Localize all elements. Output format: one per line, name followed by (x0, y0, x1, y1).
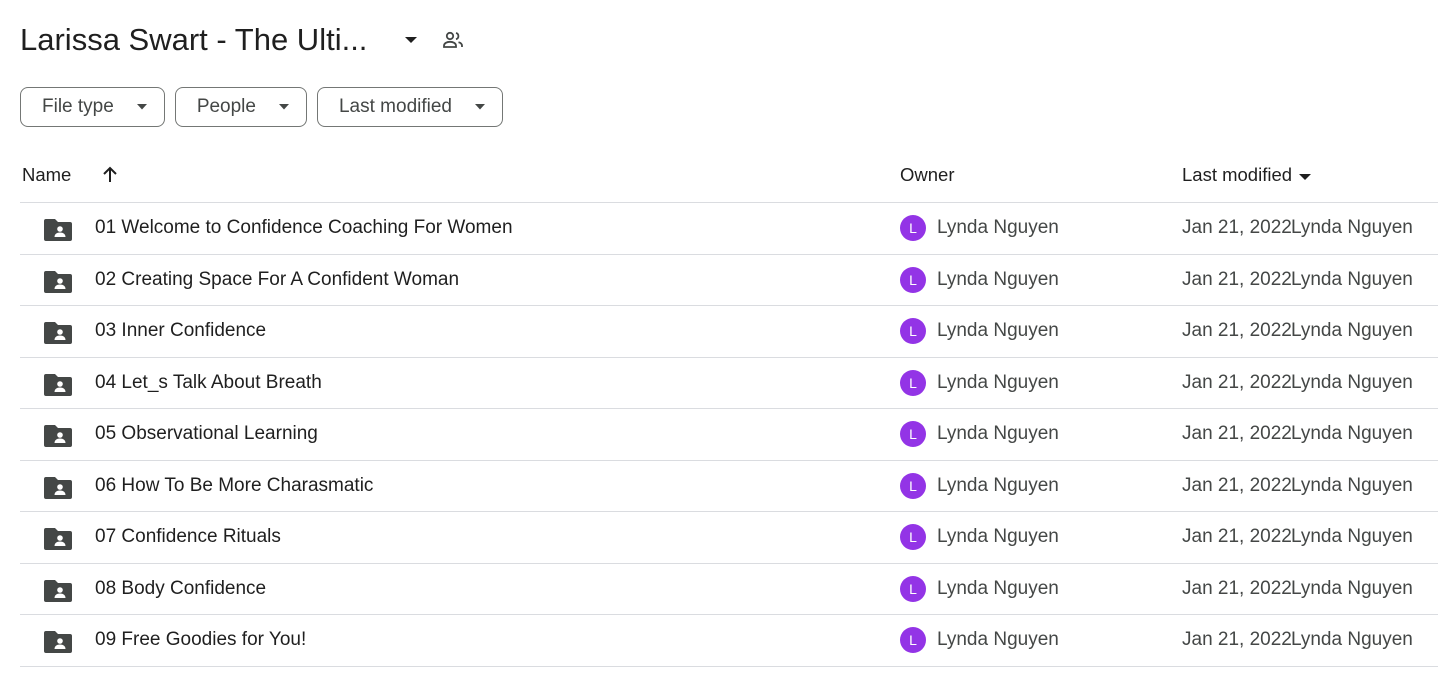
owner-name: Lynda Nguyen (937, 423, 1059, 444)
folder-row[interactable]: 09 Free Goodies for You! L Lynda Nguyen … (20, 615, 1438, 667)
avatar: L (900, 575, 926, 602)
column-header-owner: Owner (900, 164, 955, 185)
folder-row[interactable]: 08 Body Confidence L Lynda Nguyen Jan 21… (20, 564, 1438, 615)
last-modified-filter-label: Last modified (338, 96, 452, 117)
shared-folder-icon (44, 631, 72, 653)
shared-folder-icon (44, 476, 72, 499)
filter-bar: File type People Last modified (20, 87, 503, 127)
owner-name: Lynda Nguyen (937, 371, 1059, 393)
file-type-filter[interactable]: File type (20, 87, 165, 127)
folder-name: 06 How To Be More Charasmatic (95, 474, 374, 496)
people-icon[interactable] (435, 22, 471, 58)
avatar: L (900, 472, 926, 499)
column-header-name[interactable]: Name (22, 164, 71, 186)
avatar: L (900, 318, 926, 344)
folder-name: 05 Observational Learning (95, 423, 318, 444)
modified-date: Jan 21, 2022 (1182, 371, 1292, 393)
shared-folder-icon (44, 373, 72, 396)
modified-date: Jan 21, 2022 (1182, 268, 1292, 290)
folder-row[interactable]: 03 Inner Confidence L Lynda Nguyen Jan 2… (20, 306, 1438, 358)
modified-date: Jan 21, 2022 (1182, 629, 1292, 650)
avatar: L (900, 266, 926, 293)
modified-by: Lynda Nguyen (1291, 371, 1413, 393)
file-list-header: Name Owner Last modified (20, 152, 1438, 203)
folder-name: 01 Welcome to Confidence Coaching For Wo… (95, 217, 513, 238)
shared-folder-icon (44, 219, 72, 241)
folder-row[interactable]: 07 Confidence Rituals L Lynda Nguyen Jan… (20, 512, 1438, 564)
modified-date: Jan 21, 2022 (1182, 577, 1292, 599)
folder-row[interactable]: 01 Welcome to Confidence Coaching For Wo… (20, 203, 1438, 255)
avatar: L (900, 627, 926, 653)
folder-name: 02 Creating Space For A Confident Woman (95, 268, 460, 290)
modified-by: Lynda Nguyen (1291, 423, 1413, 444)
column-header-last-modified-label: Last modified (1182, 164, 1293, 185)
shared-folder-icon (44, 579, 72, 602)
arrow-drop-down-icon[interactable] (395, 24, 427, 56)
file-list: 01 Welcome to Confidence Coaching For Wo… (20, 203, 1438, 667)
modified-by: Lynda Nguyen (1291, 474, 1413, 496)
folder-row[interactable]: 04 Let_s Talk About Breath L Lynda Nguye… (20, 358, 1438, 409)
owner-name: Lynda Nguyen (937, 577, 1059, 599)
folder-name: 09 Free Goodies for You! (95, 629, 307, 650)
modified-date: Jan 21, 2022 (1182, 526, 1292, 547)
column-header-last-modified[interactable]: Last modified (1182, 164, 1312, 186)
folder-row[interactable]: 05 Observational Learning L Lynda Nguyen… (20, 409, 1438, 461)
avatar: L (900, 369, 926, 396)
avatar: L (900, 421, 926, 447)
arrow-drop-down-icon (278, 103, 290, 111)
folder-row[interactable]: 06 How To Be More Charasmatic L Lynda Ng… (20, 461, 1438, 512)
avatar: L (900, 524, 926, 550)
arrow-drop-down-icon (474, 103, 486, 111)
modified-by: Lynda Nguyen (1291, 268, 1413, 290)
owner-name: Lynda Nguyen (937, 526, 1059, 547)
modified-by: Lynda Nguyen (1291, 320, 1413, 341)
modified-by: Lynda Nguyen (1291, 577, 1413, 599)
file-type-filter-label: File type (42, 96, 114, 117)
arrow-upward-icon[interactable] (99, 164, 121, 186)
folder-name: 04 Let_s Talk About Breath (95, 371, 322, 393)
folder-name: 07 Confidence Rituals (95, 526, 281, 547)
folder-title[interactable]: Larissa Swart - The Ulti... (20, 22, 367, 58)
folder-name: 03 Inner Confidence (95, 320, 267, 341)
shared-folder-icon (44, 322, 72, 344)
owner-name: Lynda Nguyen (937, 474, 1059, 496)
shared-folder-icon (44, 528, 72, 550)
modified-date: Jan 21, 2022 (1182, 423, 1292, 444)
modified-date: Jan 21, 2022 (1182, 217, 1292, 238)
modified-date: Jan 21, 2022 (1182, 320, 1292, 341)
modified-by: Lynda Nguyen (1291, 629, 1413, 650)
folder-header: Larissa Swart - The Ulti... (20, 18, 471, 62)
owner-name: Lynda Nguyen (937, 629, 1059, 650)
people-filter[interactable]: People (174, 87, 307, 127)
last-modified-filter[interactable]: Last modified (316, 87, 503, 127)
avatar: L (900, 215, 926, 241)
owner-name: Lynda Nguyen (937, 217, 1059, 238)
arrow-drop-down-icon (1298, 164, 1312, 186)
shared-folder-icon (44, 270, 72, 293)
folder-name: 08 Body Confidence (95, 577, 267, 599)
modified-by: Lynda Nguyen (1291, 526, 1413, 547)
arrow-drop-down-icon (136, 103, 148, 111)
owner-name: Lynda Nguyen (937, 320, 1059, 341)
folder-row[interactable]: 02 Creating Space For A Confident Woman … (20, 255, 1438, 306)
shared-folder-icon (44, 425, 72, 447)
people-filter-label: People (196, 96, 256, 117)
owner-name: Lynda Nguyen (937, 268, 1059, 290)
modified-by: Lynda Nguyen (1291, 217, 1413, 238)
modified-date: Jan 21, 2022 (1182, 474, 1292, 496)
